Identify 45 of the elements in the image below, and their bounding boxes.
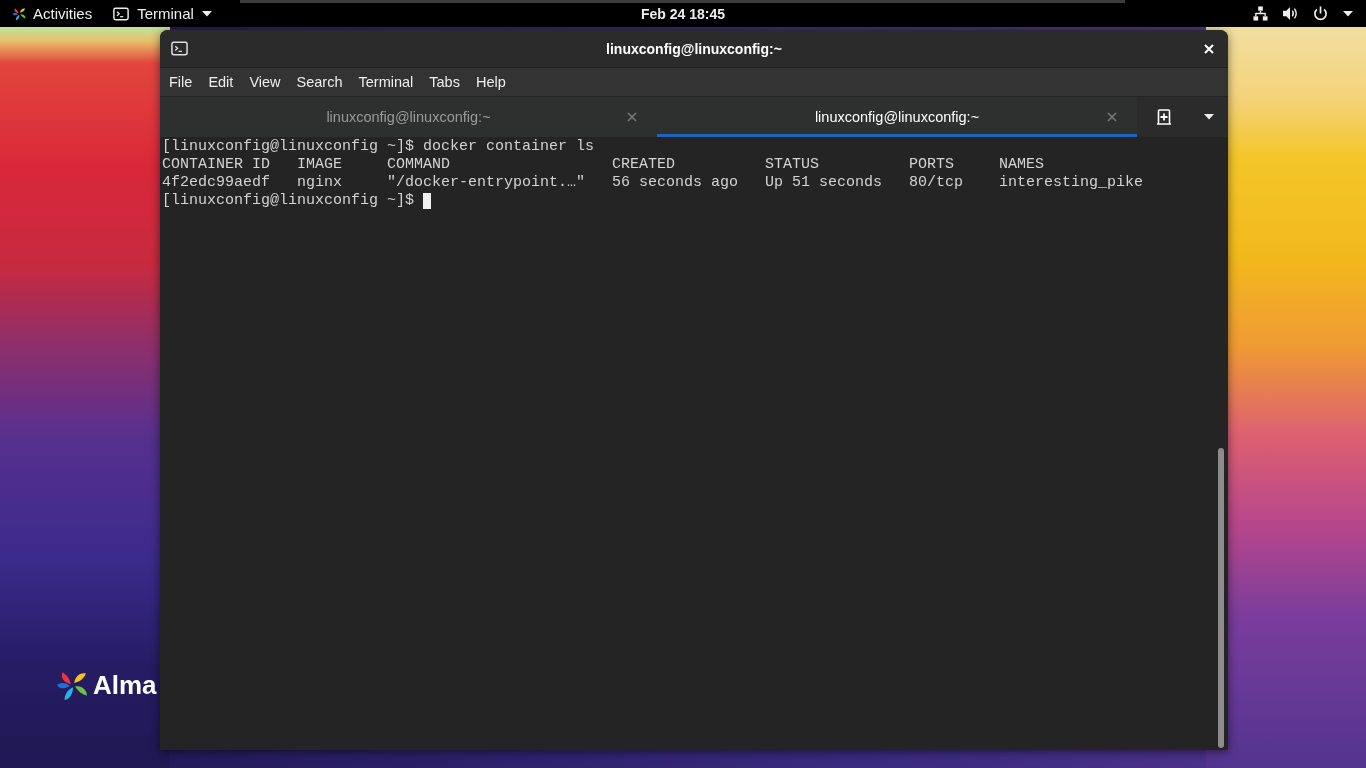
close-icon[interactable] [627,112,637,122]
menu-item[interactable]: File [161,70,201,94]
new-tab-icon [1155,109,1172,125]
column-header: COMMAND [387,156,452,174]
column-header: IMAGE [297,156,344,174]
close-icon[interactable] [1107,112,1117,122]
terminal-icon [171,41,188,56]
terminal-icon [113,6,130,21]
app-menu-button[interactable]: Terminal [104,1,221,26]
table-cell-text: 56 seconds ago [612,174,740,192]
flower-logo-icon [12,6,26,21]
activities-button[interactable]: Activities [0,1,105,26]
volume-icon [1283,6,1298,21]
window-title: linuxconfig@linuxconfig:~ [606,40,782,57]
menu-item[interactable]: Help [467,70,514,94]
clock-button[interactable]: Feb 24 18:45 [631,1,735,26]
column-header: CREATED [612,156,677,174]
table-cell: interesting_pike [999,174,1144,192]
shell-prompt: [linuxconfig@linuxconfig ~]$ [162,192,415,210]
terminal-tab[interactable]: linuxconfig@linuxconfig:~ [160,97,657,137]
table-cell-text: Up 51 seconds [765,174,884,192]
scrollbar-thumb[interactable] [1218,448,1224,748]
column-header: NAMES [999,156,1045,174]
shell-prompt: [linuxconfig@linuxconfig ~]$ [162,138,415,156]
menu-item[interactable]: Terminal [350,70,422,94]
terminal-tab[interactable]: linuxconfig@linuxconfig:~ [657,97,1137,137]
table-cell-text: "/docker-entrypoint.…" [387,174,587,192]
column-header: PORTS [909,156,956,174]
menu-item[interactable]: Edit [200,70,242,94]
table-cell-text: 4f2edc99aedf [162,174,272,192]
network-icon [1253,6,1268,21]
command-text: docker container ls [423,138,595,156]
table-cell-text: nginx [297,174,344,192]
menu-item[interactable]: Tabs [421,70,468,94]
menu-item[interactable]: View [241,70,289,94]
close-icon [1204,43,1214,54]
table-cell-text: 80/tcp [909,174,965,192]
column-header: STATUS [765,156,821,174]
caret-icon [1343,10,1353,17]
caret-icon [1204,114,1214,120]
caret-icon [201,10,212,17]
menu-item[interactable]: Search [288,70,351,94]
power-icon [1313,6,1328,21]
column-header: CONTAINER ID [162,156,272,174]
logo-text: Alma [93,669,157,700]
